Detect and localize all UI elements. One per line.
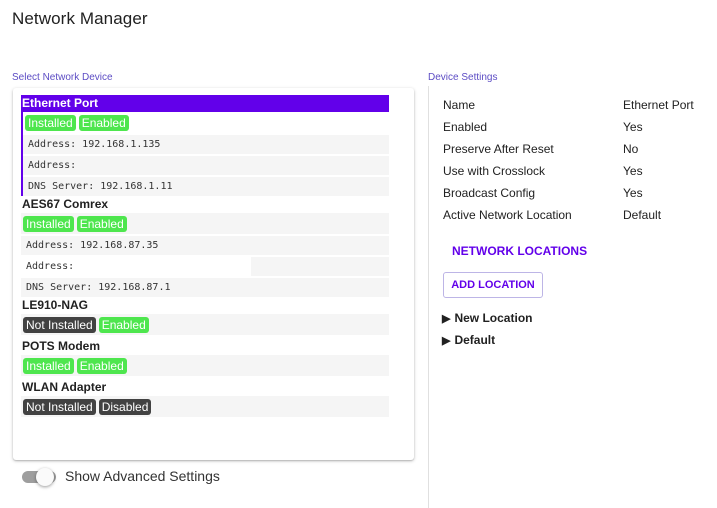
toggle-knob [36,468,54,486]
disabled-badge: Disabled [98,398,152,415]
add-location-button[interactable]: ADD LOCATION [443,272,543,298]
status-badges: Installed Enabled [21,213,389,234]
installed-badge: Installed [25,114,76,131]
device-name: POTS Modem [22,339,101,353]
device-list: Ethernet Port Installed Enabled Address:… [21,95,389,417]
address-line-container: Address: [23,156,389,175]
device-name: AES67 Comrex [22,197,109,211]
not-installed-badge: Not Installed [23,316,96,333]
address-line: Address: 192.168.87.35 [21,236,389,255]
enabled-badge: Enabled [76,215,127,232]
dns-line: DNS Server: 192.168.1.11 [23,177,389,196]
enabled-badge: Enabled [78,114,129,131]
setting-value: Yes [623,120,643,134]
status-badges: Not Installed Disabled [21,396,389,417]
device-details: Installed Enabled Address: 192.168.87.35… [21,213,389,297]
device-list-card: Ethernet Port Installed Enabled Address:… [13,88,414,460]
setting-row: Preserve After Reset No [443,141,717,163]
status-badges: Installed Enabled [23,112,389,133]
location-item-new-location[interactable]: ▶ New Location [442,311,532,325]
device-name: WLAN Adapter [22,380,107,394]
device-name: LE910-NAG [22,298,89,312]
installed-badge: Installed [23,215,74,232]
advanced-settings-toggle[interactable] [22,468,56,486]
setting-value: Ethernet Port [623,98,694,112]
setting-row: Broadcast Config Yes [443,185,717,207]
setting-row: Use with Crosslock Yes [443,163,717,185]
setting-value: Yes [623,186,643,200]
address-line: Address: [28,156,253,175]
address-line: Address: 192.168.1.135 [23,135,389,154]
not-installed-badge: Not Installed [23,398,96,415]
page-title: Network Manager [12,9,148,28]
enabled-badge: Enabled [76,357,127,374]
setting-key: Active Network Location [443,208,572,222]
triangle-right-icon: ▶ [442,312,451,325]
triangle-right-icon: ▶ [442,334,451,347]
address-line: Address: [21,257,251,276]
enabled-badge: Enabled [98,316,149,333]
device-item-ethernet-port[interactable]: Ethernet Port Installed Enabled Address:… [21,95,389,196]
setting-key: Name [443,98,476,112]
address-line-container: Address: [21,257,389,276]
setting-value: No [623,142,639,156]
status-badges: Not Installed Enabled [21,314,389,335]
setting-key: Use with Crosslock [443,164,546,178]
setting-value: Default [623,208,662,222]
setting-key: Preserve After Reset [443,142,554,156]
device-name: Ethernet Port [21,95,389,112]
status-badges: Installed Enabled [21,355,389,376]
device-item-le910-nag[interactable]: LE910-NAG Not Installed Enabled [21,297,389,335]
setting-key: Enabled [443,120,488,134]
device-details: Installed Enabled Address: 192.168.1.135… [21,112,389,196]
device-item-aes67-comrex[interactable]: AES67 Comrex Installed Enabled Address: … [21,196,389,297]
device-item-wlan-adapter[interactable]: WLAN Adapter Not Installed Disabled [21,379,389,417]
device-item-pots-modem[interactable]: POTS Modem Installed Enabled [21,338,389,376]
setting-row: Enabled Yes [443,119,717,141]
setting-value: Yes [623,164,643,178]
setting-key: Broadcast Config [443,186,536,200]
select-device-label: Select Network Device [12,72,113,83]
dns-line: DNS Server: 192.168.87.1 [21,278,389,297]
device-settings-label: Device Settings [428,72,498,83]
location-label: New Location [454,311,533,325]
device-settings-table: Name Ethernet Port Enabled Yes Preserve … [443,97,717,229]
installed-badge: Installed [23,357,74,374]
show-advanced-label: Show Advanced Settings [65,468,220,484]
location-label: Default [454,333,496,347]
location-item-default[interactable]: ▶ Default [442,333,495,347]
setting-row: Name Ethernet Port [443,97,717,119]
network-locations-heading: NETWORK LOCATIONS [452,244,588,258]
setting-row: Active Network Location Default [443,207,717,229]
panel-divider [428,86,429,508]
